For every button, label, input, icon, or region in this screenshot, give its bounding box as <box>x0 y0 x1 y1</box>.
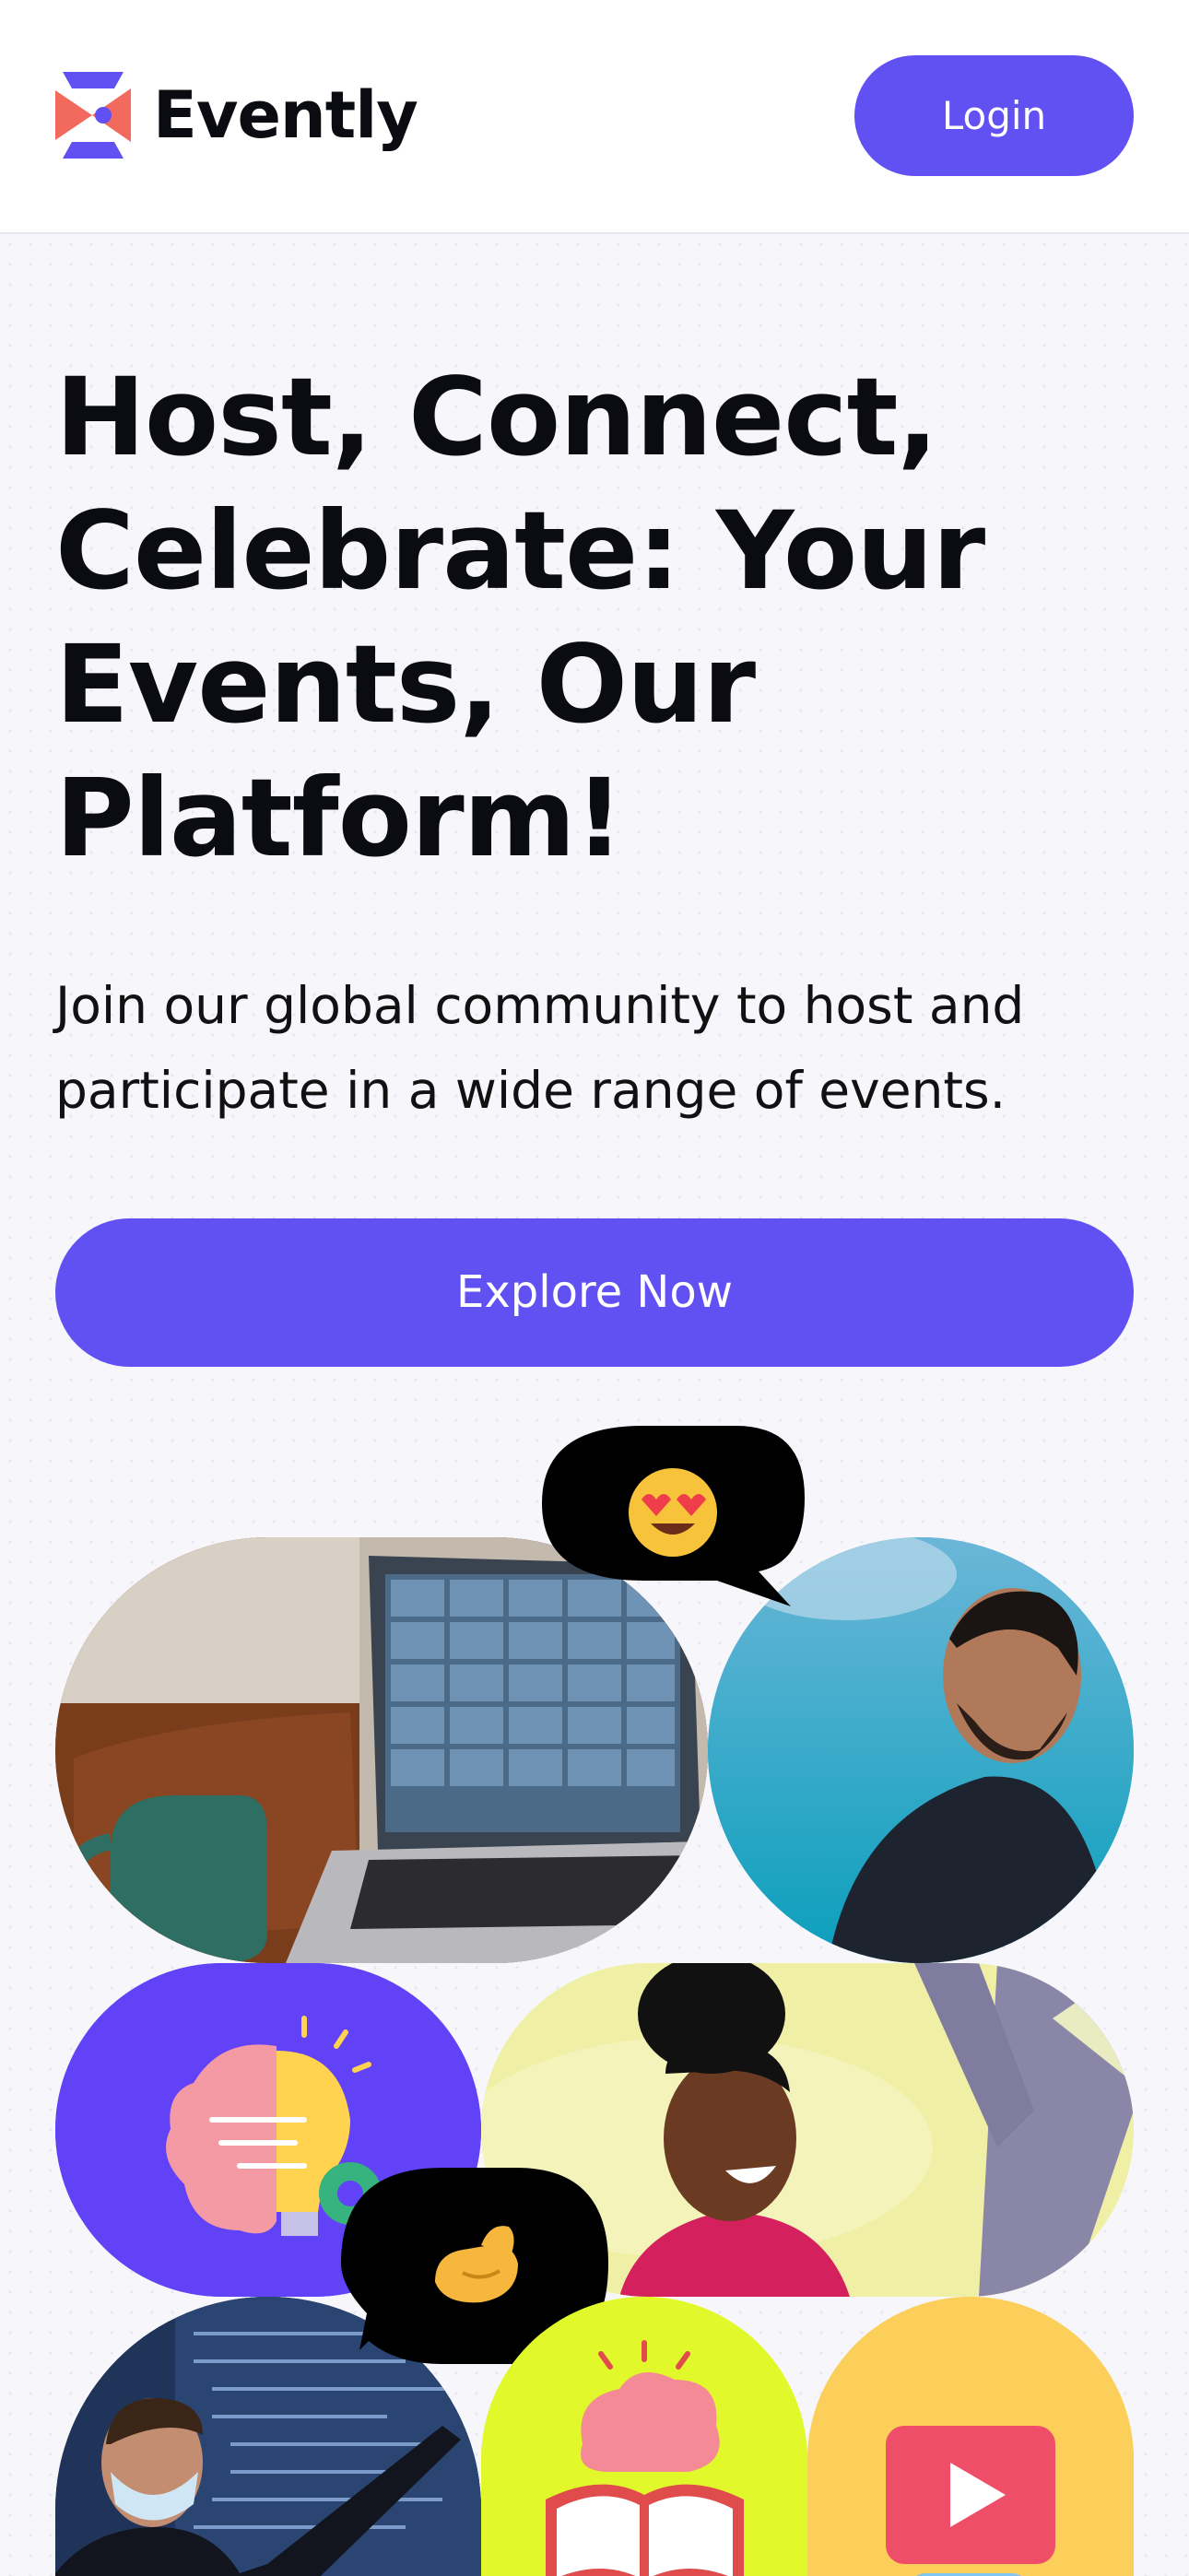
heart-eyes-emoji-icon <box>629 1468 717 1557</box>
login-button[interactable]: Login <box>854 55 1134 176</box>
hero-subtitle: Join our global community to host and pa… <box>55 976 1025 1120</box>
explore-now-button[interactable]: Explore Now <box>55 1218 1134 1367</box>
evently-logo-icon[interactable] <box>55 72 131 159</box>
heart-eyes-speech-bubble <box>542 1424 809 1608</box>
pinched-fingers-emoji-icon <box>435 2226 518 2303</box>
top-navbar: Evently Login <box>0 0 1189 234</box>
brand-name[interactable]: Evently <box>153 72 418 159</box>
hero-title: Host, Connect, Celebrate: Your Events, O… <box>55 354 985 881</box>
